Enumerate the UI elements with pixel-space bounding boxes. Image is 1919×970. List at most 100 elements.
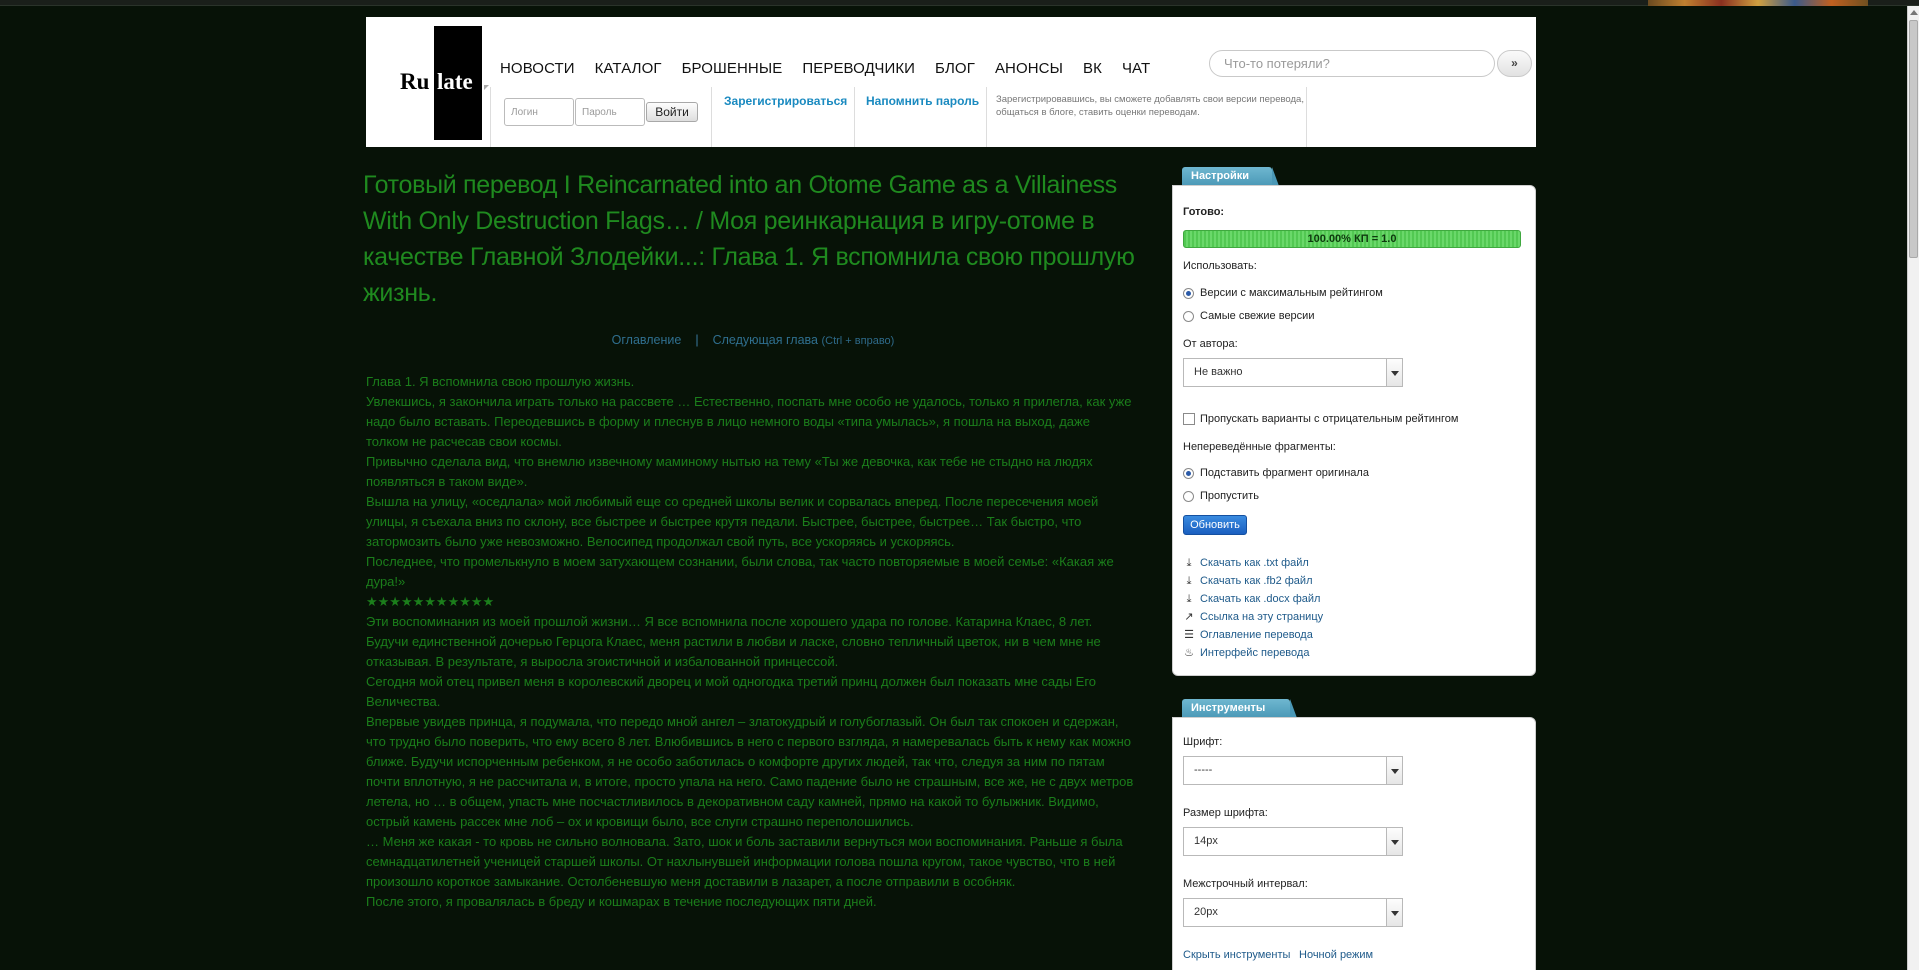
radio-max-rating-label[interactable]: Версии с максимальным рейтингом (1200, 287, 1383, 299)
download-icon: ⤓ (1186, 593, 1192, 605)
page-scrollbar[interactable] (1907, 6, 1919, 970)
divider (854, 87, 855, 147)
nav-abandoned[interactable]: БРОШЕННЫЕ (682, 60, 783, 77)
scroll-up-icon[interactable] (1910, 10, 1918, 15)
page-title: Готовый перевод I Reincarnated into an O… (363, 171, 1135, 307)
paragraph: После этого, я провалялась в бреду и кош… (366, 894, 877, 909)
line-spacing-value: 20px (1194, 906, 1218, 918)
radio-freshest[interactable] (1183, 311, 1194, 322)
star-divider: ★★★★★★★★★★★ (366, 594, 495, 609)
nav-news[interactable]: НОВОСТИ (500, 60, 575, 77)
font-select[interactable]: ----- (1183, 756, 1403, 785)
radio-freshest-label[interactable]: Самые свежие версии (1200, 310, 1314, 322)
radio-max-rating[interactable] (1183, 288, 1194, 299)
radio-substitute-original-label[interactable]: Подставить фрагмент оригинала (1200, 467, 1369, 479)
paragraph: Последнее, что промелькнуло в моем затух… (366, 554, 1114, 589)
share-link-icon: ↗ (1184, 611, 1194, 623)
register-link[interactable]: Зарегистрироваться (724, 94, 847, 108)
page-link[interactable]: ↗ Ссылка на эту страницу (1183, 611, 1323, 623)
radio-skip[interactable] (1183, 491, 1194, 502)
font-size-label: Размер шрифта: (1183, 807, 1268, 819)
progress-text: 100.00% КП = 1.0 (1307, 233, 1397, 245)
chapter-navigation: Оглавление | Следующая глава (Ctrl + вправ… (363, 333, 1143, 347)
flame-icon: ♨ (1184, 647, 1194, 659)
paragraph: Привычно сделала вид, что внемлю извечно… (366, 454, 1093, 489)
author-select-value: Не важно (1194, 366, 1243, 378)
divider (986, 87, 987, 147)
untranslated-label: Непереведённые фрагменты: (1183, 441, 1336, 453)
nav-translators[interactable]: ПЕРЕВОДЧИКИ (802, 60, 915, 77)
divider (711, 87, 712, 147)
update-button[interactable]: Обновить (1183, 515, 1247, 535)
translation-interface-label[interactable]: Интерфейс перевода (1200, 647, 1309, 659)
logo-text-ru[interactable]: Ru (400, 69, 429, 95)
browser-top-strip (0, 0, 1919, 6)
author-select[interactable]: Не важно (1183, 358, 1403, 387)
password-input[interactable] (575, 98, 645, 126)
line-spacing-select[interactable]: 20px (1183, 898, 1403, 927)
translation-interface-link[interactable]: ♨ Интерфейс перевода (1183, 647, 1309, 659)
nav-chat[interactable]: ЧАТ (1122, 60, 1150, 77)
logo-text-late[interactable]: late (437, 69, 473, 95)
chapter-text: Глава 1. Я вспомнила свою прошлую жизнь.… (366, 372, 1134, 912)
nav-announcements[interactable]: АНОНСЫ (995, 60, 1063, 77)
font-label: Шрифт: (1183, 736, 1223, 748)
translation-toc-label[interactable]: Оглавление перевода (1200, 629, 1313, 641)
login-input[interactable] (504, 98, 574, 126)
chapter-heading: Глава 1. Я вспомнила свою прошлую жизнь. (366, 374, 635, 389)
paragraph: Впервые увидев принца, я подумала, что п… (366, 714, 1134, 829)
radio-substitute-original[interactable] (1183, 468, 1194, 479)
page-link-label[interactable]: Ссылка на эту страницу (1200, 611, 1323, 623)
chevron-down-icon[interactable] (1386, 757, 1402, 784)
tools-tab: Инструменты (1182, 699, 1297, 718)
paragraph: … Меня же какая - то кровь не сильно вол… (366, 834, 1123, 889)
list-icon: ☰ (1184, 629, 1194, 641)
font-size-select[interactable]: 14px (1183, 827, 1403, 856)
download-txt-link[interactable]: ⤓ Скачать как .txt файл (1183, 557, 1309, 569)
download-txt-label[interactable]: Скачать как .txt файл (1200, 557, 1309, 569)
translation-toc-link[interactable]: ☰ Оглавление перевода (1183, 629, 1313, 641)
progress-bar: 100.00% КП = 1.0 (1183, 230, 1521, 248)
logo-corner (484, 85, 489, 90)
next-chapter-hint: (Ctrl + вправо) (821, 335, 895, 347)
download-icon: ⤓ (1186, 575, 1192, 587)
download-docx-label[interactable]: Скачать как .docx файл (1200, 593, 1320, 605)
login-button[interactable]: Войти (646, 102, 698, 122)
nav-vk[interactable]: ВК (1083, 60, 1102, 77)
main-nav: НОВОСТИ КАТАЛОГ БРОШЕННЫЕ ПЕРЕВОДЧИКИ БЛ… (500, 60, 1170, 77)
ready-label: Готово: (1183, 206, 1225, 218)
font-size-value: 14px (1194, 835, 1218, 847)
nav-separator: | (695, 333, 699, 347)
top-decoration (1648, 0, 1868, 6)
hide-tools-link[interactable]: Скрыть инструменты (1183, 949, 1290, 961)
radio-skip-label[interactable]: Пропустить (1200, 490, 1259, 502)
night-mode-link[interactable]: Ночной режим (1299, 949, 1373, 961)
paragraph: Увлекшись, я закончила играть только на … (366, 394, 1132, 449)
nav-catalog[interactable]: КАТАЛОГ (595, 60, 662, 77)
chevron-down-icon[interactable] (1386, 359, 1402, 386)
next-chapter-link[interactable]: Следующая глава (713, 333, 818, 347)
chevron-down-icon[interactable] (1386, 899, 1402, 926)
skip-negative-label[interactable]: Пропускать варианты с отрицательным рейт… (1200, 413, 1458, 425)
chevron-down-icon[interactable] (1386, 828, 1402, 855)
remind-password-link[interactable]: Напомнить пароль (866, 94, 979, 108)
divider (490, 87, 491, 147)
tools-panel: Шрифт: ----- Размер шрифта: 14px Межстро… (1172, 717, 1536, 970)
skip-negative-checkbox[interactable] (1183, 413, 1195, 425)
toc-link[interactable]: Оглавление (612, 333, 682, 347)
scrollbar-thumb[interactable] (1909, 20, 1918, 258)
site-header: Ru late НОВОСТИ КАТАЛОГ БРОШЕННЫЕ ПЕРЕВО… (366, 17, 1536, 147)
download-docx-link[interactable]: ⤓ Скачать как .docx файл (1183, 593, 1321, 605)
use-label: Использовать: (1183, 260, 1257, 272)
search-button[interactable]: » (1497, 50, 1532, 77)
nav-blog[interactable]: БЛОГ (935, 60, 975, 77)
font-select-value: ----- (1194, 764, 1213, 776)
search-input[interactable] (1209, 50, 1495, 77)
paragraph: Вышла на улицу, «оседлала» мой любимый е… (366, 494, 1099, 549)
download-fb2-label[interactable]: Скачать как .fb2 файл (1200, 575, 1312, 587)
paragraph: Сегодня мой отец привел меня в королевск… (366, 674, 1097, 709)
register-hint: Зарегистрировавшись, вы сможете добавлят… (996, 94, 1304, 118)
download-icon: ⤓ (1186, 557, 1192, 569)
download-fb2-link[interactable]: ⤓ Скачать как .fb2 файл (1183, 575, 1313, 587)
settings-tab: Настройки (1182, 167, 1279, 186)
